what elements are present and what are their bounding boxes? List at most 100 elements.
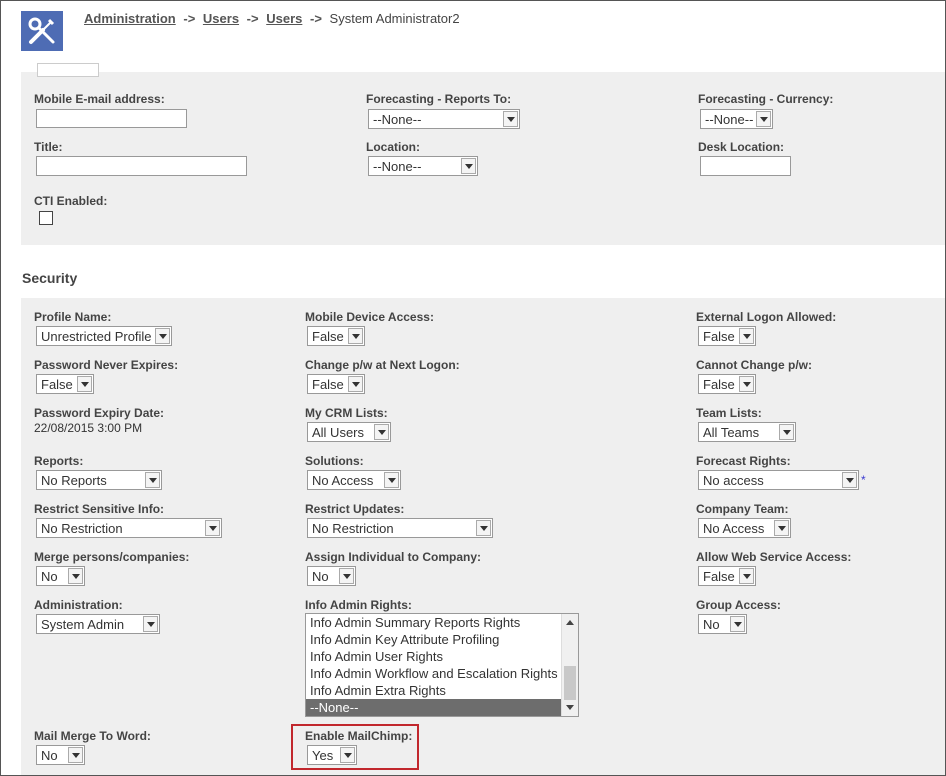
team-lists-label: Team Lists: — [696, 406, 762, 420]
chevron-down-icon — [143, 616, 158, 632]
change-pw-select[interactable]: False — [307, 374, 365, 394]
mobile-device-select[interactable]: False — [307, 326, 365, 346]
chevron-down-icon — [756, 111, 771, 127]
merge-select[interactable]: No — [36, 566, 85, 586]
chevron-down-icon — [779, 424, 794, 440]
security-heading: Security — [22, 270, 78, 286]
breadcrumb-administration-link[interactable]: Administration — [84, 11, 176, 26]
chevron-down-icon — [842, 472, 857, 488]
forecast-rights-label: Forecast Rights: — [696, 454, 791, 468]
company-team-select[interactable]: No Access — [698, 518, 791, 538]
info-admin-rights-listbox[interactable]: Info Admin Summary Reports Rights Info A… — [305, 613, 579, 717]
partial-select[interactable] — [37, 63, 99, 77]
location-select[interactable]: --None-- — [368, 156, 478, 176]
required-marker: * — [861, 473, 866, 487]
chevron-down-icon — [774, 520, 789, 536]
chevron-down-icon — [155, 328, 170, 344]
team-lists-select[interactable]: All Teams — [698, 422, 796, 442]
desk-location-label: Desk Location: — [698, 140, 785, 154]
mobile-device-label: Mobile Device Access: — [305, 310, 434, 324]
list-option[interactable]: Info Admin Extra Rights — [306, 682, 578, 699]
selected-value: No Access — [312, 473, 374, 488]
selected-value: No Restriction — [41, 521, 123, 536]
external-logon-label: External Logon Allowed: — [696, 310, 837, 324]
desk-location-field[interactable] — [700, 156, 791, 176]
company-team-label: Company Team: — [696, 502, 789, 516]
chevron-down-icon — [739, 376, 754, 392]
my-crm-lists-label: My CRM Lists: — [305, 406, 388, 420]
list-option[interactable]: Info Admin Workflow and Escalation Right… — [306, 665, 578, 682]
forecast-rights-select[interactable]: No access — [698, 470, 859, 490]
group-access-select[interactable]: No — [698, 614, 747, 634]
assign-individual-label: Assign Individual to Company: — [305, 550, 482, 564]
chevron-down-icon — [68, 747, 83, 763]
selected-value: False — [703, 377, 735, 392]
selected-value: No — [41, 569, 58, 584]
cannot-change-pw-label: Cannot Change p/w: — [696, 358, 812, 372]
breadcrumb-separator: -> — [309, 11, 322, 26]
list-option[interactable]: Info Admin Summary Reports Rights — [306, 614, 578, 631]
list-option-selected[interactable]: --None-- — [306, 699, 578, 716]
cti-enabled-label: CTI Enabled: — [34, 194, 108, 208]
allow-web-service-select[interactable]: False — [698, 566, 756, 586]
breadcrumb-current: System Administrator2 — [329, 11, 460, 26]
cti-enabled-checkbox[interactable] — [39, 211, 53, 225]
selected-value: False — [41, 377, 73, 392]
chevron-down-icon — [348, 376, 363, 392]
chevron-down-icon — [340, 747, 355, 763]
mobile-email-field[interactable] — [36, 109, 187, 128]
chevron-down-icon — [461, 158, 476, 174]
administration-select[interactable]: System Admin — [36, 614, 160, 634]
chevron-down-icon — [730, 616, 745, 632]
chevron-down-icon — [503, 111, 518, 127]
selected-value: All Users — [312, 425, 365, 440]
title-label: Title: — [34, 140, 63, 154]
location-label: Location: — [366, 140, 420, 154]
chevron-down-icon — [374, 424, 389, 440]
my-crm-lists-select[interactable]: All Users — [307, 422, 391, 442]
listbox-scrollbar[interactable] — [561, 614, 578, 716]
selected-value: No access — [703, 473, 764, 488]
breadcrumb-users-link[interactable]: Users — [203, 11, 239, 26]
selected-value: No — [312, 569, 329, 584]
selected-value: No — [703, 617, 720, 632]
scrollbar-thumb[interactable] — [564, 666, 576, 700]
forecast-currency-label: Forecasting - Currency: — [698, 92, 834, 106]
forecast-currency-select[interactable]: --None-- — [700, 109, 773, 129]
breadcrumb-users-link[interactable]: Users — [266, 11, 302, 26]
selected-value: False — [312, 377, 344, 392]
allow-web-service-label: Allow Web Service Access: — [696, 550, 852, 564]
external-logon-select[interactable]: False — [698, 326, 756, 346]
profile-name-select[interactable]: Unrestricted Profile — [36, 326, 172, 346]
chevron-down-icon — [739, 568, 754, 584]
selected-value: False — [312, 329, 344, 344]
restrict-updates-select[interactable]: No Restriction — [307, 518, 493, 538]
merge-label: Merge persons/companies: — [34, 550, 190, 564]
chevron-down-icon — [476, 520, 491, 536]
restrict-sensitive-label: Restrict Sensitive Info: — [34, 502, 165, 516]
selected-value: --None-- — [373, 159, 422, 174]
assign-individual-select[interactable]: No — [307, 566, 356, 586]
selected-value: System Admin — [41, 617, 125, 632]
password-never-expires-select[interactable]: False — [36, 374, 94, 394]
selected-value: No Restriction — [312, 521, 394, 536]
selected-value: All Teams — [703, 425, 760, 440]
mail-merge-select[interactable]: No — [36, 745, 85, 765]
chevron-down-icon — [77, 376, 92, 392]
reports-select[interactable]: No Reports — [36, 470, 162, 490]
title-field[interactable] — [36, 156, 247, 176]
list-option[interactable]: Info Admin User Rights — [306, 648, 578, 665]
breadcrumb-separator: -> — [183, 11, 196, 26]
cannot-change-pw-select[interactable]: False — [698, 374, 756, 394]
chevron-down-icon — [339, 568, 354, 584]
chevron-down-icon — [205, 520, 220, 536]
restrict-sensitive-select[interactable]: No Restriction — [36, 518, 222, 538]
breadcrumb: Administration -> Users -> Users -> Syst… — [84, 11, 460, 26]
admin-tools-icon — [21, 11, 63, 51]
enable-mailchimp-select[interactable]: Yes — [307, 745, 357, 765]
solutions-select[interactable]: No Access — [307, 470, 401, 490]
selected-value: No Reports — [41, 473, 107, 488]
list-option[interactable]: Info Admin Key Attribute Profiling — [306, 631, 578, 648]
forecast-reports-to-label: Forecasting - Reports To: — [366, 92, 512, 106]
forecast-reports-to-select[interactable]: --None-- — [368, 109, 520, 129]
